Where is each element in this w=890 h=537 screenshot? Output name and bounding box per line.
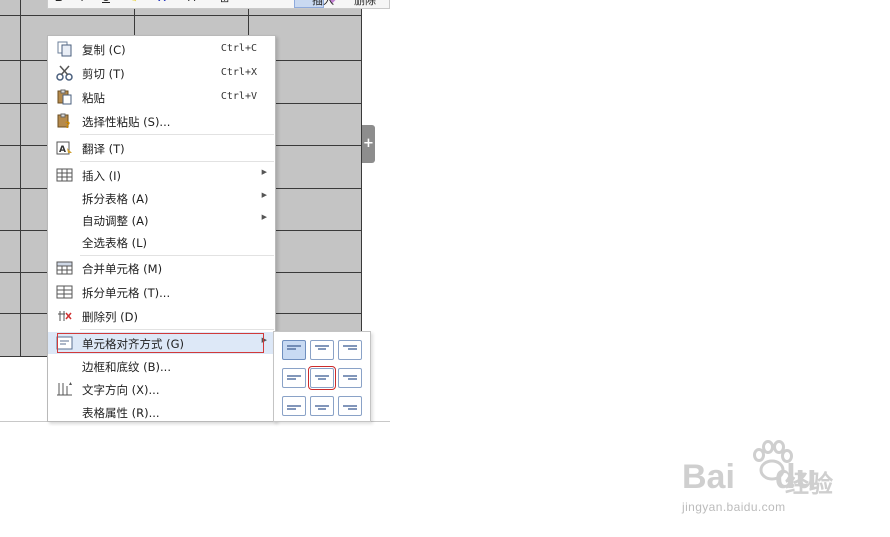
insert-button[interactable]: 插入 [312,0,334,8]
paste-icon [57,89,72,105]
cell-alignment-submenu [273,331,371,422]
align-top-right-icon [343,345,357,350]
text-border-icon[interactable]: A [188,0,195,4]
split-cells-icon [56,285,73,299]
text-direction-icon [57,382,72,396]
menu-item-table-properties[interactable]: 表格属性 (R)... [48,401,275,423]
menu-item-delete-column[interactable]: 删除列 (D) [48,305,275,327]
menu-item-merge-cells[interactable]: 合并单元格 (M) [48,257,275,279]
align-bottom-right-icon [343,405,357,410]
copy-icon [57,41,72,57]
menu-item-borders-shading[interactable]: 边框和底纹 (B)... [48,355,275,377]
align-middle-center-button[interactable] [308,366,336,390]
align-top-left-icon [287,345,301,350]
bold-button[interactable]: B [55,0,63,4]
align-bottom-center-button[interactable] [310,396,334,416]
align-top-left-button[interactable] [282,340,306,360]
context-menu: 复制 (C) Ctrl+C 剪切 (T) Ctrl+X 粘贴 Ctrl+V ? … [47,35,276,422]
mini-toolbar: B I U ✎ A A ⊞ ≡ ◆ ▾ 插入 删除 [47,0,390,9]
submenu-arrow-icon: ▶ [261,213,267,221]
watermark-url: jingyan.baidu.com [682,500,786,514]
menu-item-insert[interactable]: 插入 (I) ▶ [48,164,275,186]
menu-item-copy[interactable]: 复制 (C) Ctrl+C [48,38,275,60]
svg-text:A: A [59,145,66,155]
watermark-cn: 经验 [785,470,833,498]
align-top-center-icon [315,345,329,350]
align-bottom-left-button[interactable] [282,396,306,416]
align-middle-center-icon [315,375,329,380]
menu-item-split-cells[interactable]: 拆分单元格 (T)... [48,281,275,303]
align-icon: ≡ [298,0,304,4]
menu-item-text-direction[interactable]: 文字方向 (X)... [48,378,275,400]
table-icon [56,168,73,182]
align-bottom-center-icon [315,405,329,410]
merge-cells-icon [56,261,73,275]
font-color-button[interactable]: A [158,0,166,4]
menu-item-cut[interactable]: 剪切 (T) Ctrl+X [48,62,275,84]
highlight-icon[interactable]: ✎ [128,0,137,5]
submenu-arrow-icon: ▶ [261,191,267,199]
align-middle-right-button[interactable] [338,368,362,388]
align-middle-left-button[interactable] [282,368,306,388]
translate-icon: A [56,141,72,155]
align-middle-right-icon [343,375,357,380]
submenu-arrow-icon: ▶ [261,168,267,176]
annotation-highlight-box [57,333,264,353]
menu-item-split-table[interactable]: 拆分表格 (A) ▶ [48,187,275,209]
delete-column-icon [58,311,72,321]
scissors-icon [56,65,73,81]
watermark: Bai du 经验 jingyan.baidu.com [680,440,880,520]
align-bottom-left-icon [287,405,301,410]
svg-text:?: ? [65,121,70,129]
menu-item-autofit[interactable]: 自动调整 (A) ▶ [48,209,275,231]
border-icon[interactable]: ⊞ [220,0,229,5]
italic-button[interactable]: I [81,0,84,4]
menu-item-translate[interactable]: A 翻译 (T) [48,137,275,159]
add-column-tab[interactable]: + [362,125,375,163]
align-top-right-button[interactable] [338,340,362,360]
align-middle-left-icon [287,375,301,380]
menu-item-paste-special[interactable]: ? 选择性粘贴 (S)... [48,110,275,132]
underline-button[interactable]: U [102,0,110,4]
align-bottom-right-button[interactable] [338,396,362,416]
menu-item-paste[interactable]: 粘贴 Ctrl+V [48,86,275,108]
delete-button[interactable]: 删除 [354,0,376,8]
align-top-center-button[interactable] [310,340,334,360]
menu-item-select-table[interactable]: 全选表格 (L) [48,231,275,253]
paste-special-icon: ? [57,113,70,129]
